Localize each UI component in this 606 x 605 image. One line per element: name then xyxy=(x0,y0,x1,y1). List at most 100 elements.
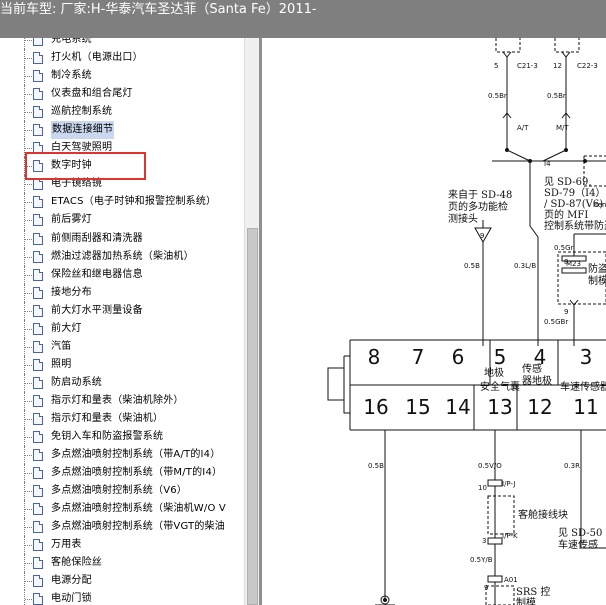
label-speed-sensor: 车速传感器 xyxy=(560,380,606,393)
tree-item-label: 白天驾驶照明 xyxy=(51,142,113,154)
ref-sd69-line1: 见 SD-69, xyxy=(544,176,592,188)
tree-item[interactable]: 免钥入车和防盗报警系统 xyxy=(0,428,244,447)
tree-item[interactable]: ETACS（电子时钟和报警控制系统） xyxy=(0,193,244,212)
connector-c21-3: C21-3 xyxy=(517,62,538,70)
topic-tree-panel: 充电系统打火机（电源出口） 制冷系统 仪表盘和组合尾灯巡航控制系统数据连接细节白天驾… xyxy=(0,38,259,605)
tree-branch-line xyxy=(25,310,32,312)
m23-pin-9: 9 xyxy=(564,308,568,316)
document-icon xyxy=(33,485,43,498)
tree-branch-line xyxy=(25,184,32,186)
label-item: item xyxy=(593,201,606,209)
window-title-text: 当前车型: 厂家:H-华泰汽车圣达菲（Santa Fe）2011- xyxy=(0,2,317,17)
ip-j-pin: 10 xyxy=(478,484,487,492)
document-icon xyxy=(33,449,43,462)
tree-item[interactable]: 防启动系统 xyxy=(0,373,244,392)
tree-branch-line xyxy=(25,527,32,529)
tree-item-label: 汽笛 xyxy=(51,340,72,352)
tree-item-label: 巡航控制系统 xyxy=(51,106,113,118)
tree-item[interactable]: 前大灯 xyxy=(0,319,244,338)
tree-item[interactable]: 充电系统 xyxy=(0,38,244,50)
document-icon xyxy=(33,412,43,425)
document-icon xyxy=(33,214,43,227)
tree-branch-line xyxy=(25,599,32,601)
tree-branch-line xyxy=(25,455,32,457)
tree-item[interactable]: 客舱保险丝 xyxy=(0,554,244,573)
srs-module-line2: 制模 xyxy=(516,596,536,605)
tree-item-label: 数据连接细节 xyxy=(51,121,115,140)
tree-item[interactable]: 多点燃油喷射控制系统（V6） xyxy=(0,482,244,501)
document-icon xyxy=(33,124,43,137)
document-icon xyxy=(33,70,43,83)
document-icon xyxy=(33,376,43,389)
tree-item[interactable]: 电子镜络镜 xyxy=(0,175,244,194)
tree-scroll-thumb[interactable] xyxy=(247,228,258,605)
tree-item[interactable]: 多点燃油喷射控制系统（带VGT的柴油 xyxy=(0,518,244,537)
tree-item[interactable]: 打火机（电源出口） xyxy=(0,49,244,68)
wire-05br-left: 0.5Br xyxy=(488,92,507,100)
tree-item[interactable]: 制冷系统 xyxy=(0,67,244,86)
tree-item-label: 防启动系统 xyxy=(51,376,102,388)
tree-item[interactable]: 多点燃油喷射控制系统（带M/T的I4） xyxy=(0,464,244,483)
tree-scrollbar[interactable] xyxy=(244,38,259,605)
connector-a01: A01 xyxy=(504,576,518,584)
wiring-diagram-panel: 5 C21-3 12 C22-3 0.5Br 0.5Br A/T M/T I4 … xyxy=(262,38,606,605)
tree-item-label: 接地分布 xyxy=(51,286,92,298)
tree-item[interactable]: 数据连接细节 xyxy=(0,121,244,140)
document-icon xyxy=(33,539,43,552)
tree-item-label: 数字时钟 xyxy=(51,160,92,172)
tree-item[interactable]: 多点燃油喷射控制系统（带A/T的I4） xyxy=(0,446,244,465)
tree-item[interactable]: 多点燃油喷射控制系统（柴油机W/O V xyxy=(0,500,244,519)
tree-item-label: 客舱保险丝 xyxy=(51,557,102,569)
connector-pin-bottom: 15 xyxy=(405,395,430,419)
document-icon xyxy=(33,142,43,155)
tree-item-label: ETACS（电子时钟和报警控制系统） xyxy=(51,196,217,208)
topic-tree: 充电系统打火机（电源出口） 制冷系统 仪表盘和组合尾灯巡航控制系统数据连接细节白天驾… xyxy=(0,38,244,605)
tree-item[interactable]: 仪表盘和组合尾灯 xyxy=(0,85,244,104)
tree-item[interactable]: 万用表 xyxy=(0,536,244,555)
tree-item-label: 指示灯和量表（柴油机） xyxy=(51,412,164,424)
tree-item-label: 多点燃油喷射控制系统（带VGT的柴油 xyxy=(51,521,225,533)
tree-branch-line xyxy=(25,292,32,294)
document-icon xyxy=(33,88,43,101)
tree-item[interactable]: 接地分布 xyxy=(0,283,244,302)
tree-item[interactable]: 前后雾灯 xyxy=(0,211,244,230)
tree-item[interactable]: 前大灯水平测量设备 xyxy=(0,301,244,320)
wire-05br-right: 0.5Br xyxy=(547,92,566,100)
tree-item[interactable]: 指示灯和量表（柴油机除外） xyxy=(0,391,244,410)
tree-item[interactable]: 保险丝和继电器信息 xyxy=(0,265,244,284)
document-icon xyxy=(33,340,43,353)
document-icon xyxy=(33,358,43,371)
tree-item[interactable]: 白天驾驶照明 xyxy=(0,139,244,158)
wire-03lb: 0.3L/B xyxy=(514,262,536,270)
tree-item-label: 电子镜络镜 xyxy=(51,178,102,190)
tree-item[interactable]: 照明 xyxy=(0,355,244,374)
document-icon xyxy=(33,52,43,65)
tree-item[interactable]: 巡航控制系统 xyxy=(0,103,244,122)
tree-item[interactable]: 燃油过滤器加热系统（柴油机） xyxy=(0,247,244,266)
document-icon xyxy=(33,250,43,263)
tree-item[interactable]: 数字时钟 xyxy=(0,157,244,176)
ref-sd48-line2: 页的多功能检 xyxy=(448,200,508,213)
tree-branch-line xyxy=(25,202,32,204)
label-sensor-line2: 器地极 xyxy=(522,374,552,387)
document-icon xyxy=(33,394,43,407)
tree-item-label: 充电系统 xyxy=(51,38,92,45)
tree-branch-line xyxy=(25,274,32,276)
tree-item[interactable]: 电源分配 xyxy=(0,572,244,591)
document-icon xyxy=(33,232,43,245)
connector-ip-j: I/P-J xyxy=(502,480,515,488)
tree-item[interactable]: 指示灯和量表（柴油机） xyxy=(0,409,244,429)
tree-branch-line xyxy=(25,76,32,78)
tree-item[interactable]: 电动门锁 xyxy=(0,590,244,605)
document-icon xyxy=(33,431,43,444)
connector-pin-top: 8 xyxy=(368,345,381,369)
tree-item-label: 燃油过滤器加热系统（柴油机） xyxy=(51,250,194,262)
antitheft-module-line2: 制模 xyxy=(588,274,606,287)
window-title: 当前车型: 厂家:H-华泰汽车圣达菲（Santa Fe）2011- xyxy=(0,0,606,38)
tree-item-label: 多点燃油喷射控制系统（带A/T的I4） xyxy=(51,449,221,461)
tree-item[interactable]: 前侧雨刮器和清洗器 xyxy=(0,229,244,248)
m23-pin-8: 8 xyxy=(564,258,568,266)
tree-branch-line xyxy=(25,581,32,583)
srs-module-line1: SRS 控 xyxy=(516,585,550,598)
tree-item[interactable]: 汽笛 xyxy=(0,337,244,356)
